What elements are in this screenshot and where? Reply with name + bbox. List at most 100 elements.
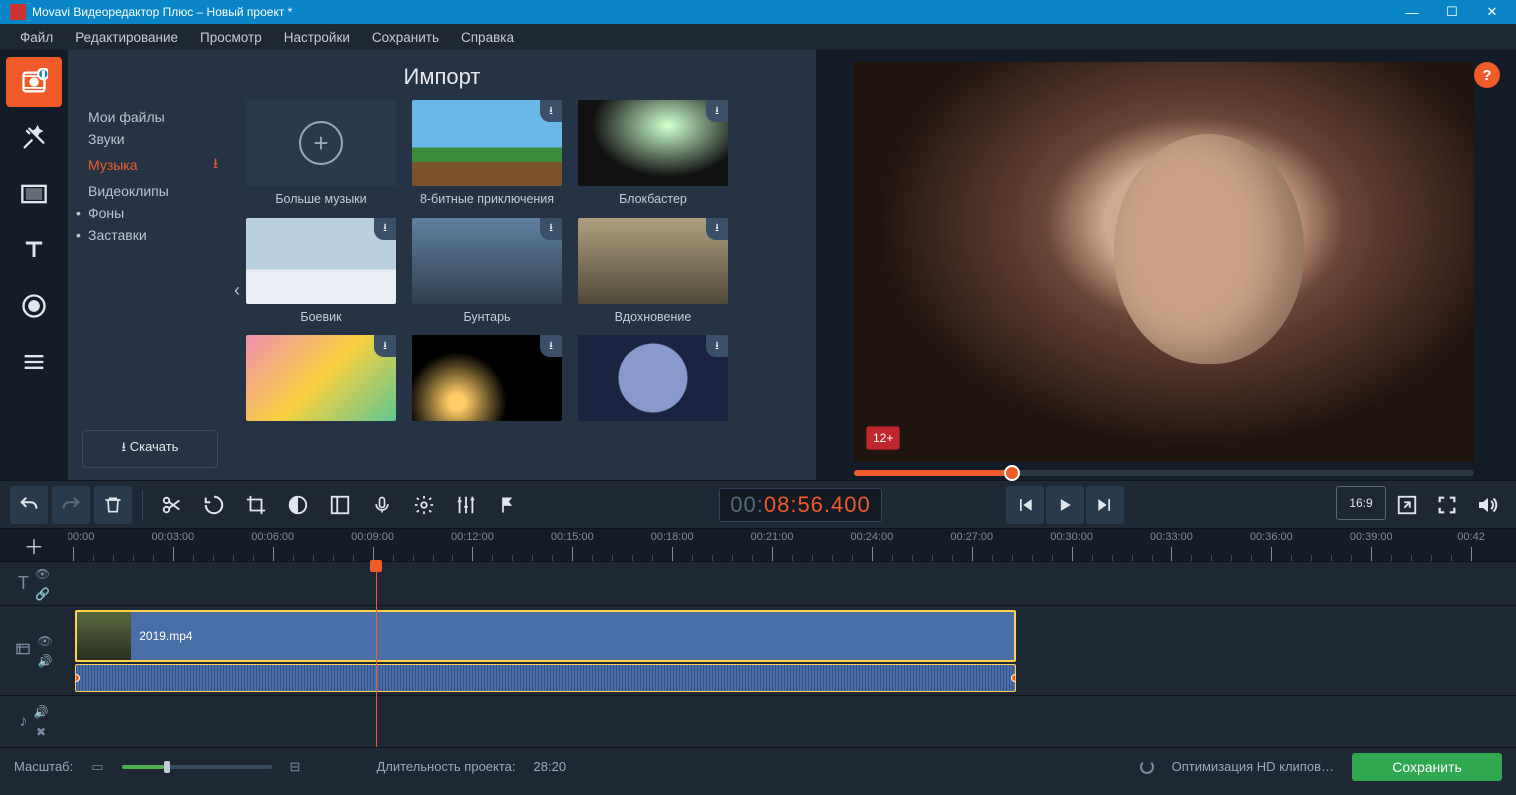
- video-track-head[interactable]: 👁 🔊: [0, 606, 68, 695]
- media-thumb[interactable]: ⭳: [246, 335, 396, 427]
- equalizer-button[interactable]: [447, 486, 485, 524]
- duration-value: 28:20: [534, 759, 567, 774]
- media-thumb[interactable]: ⭳: [412, 335, 562, 427]
- fullscreen-button[interactable]: [1428, 486, 1466, 524]
- media-thumb[interactable]: ⭳Вдохновение: [578, 218, 728, 326]
- play-button[interactable]: [1046, 486, 1084, 524]
- help-button[interactable]: ?: [1474, 62, 1500, 88]
- ruler-label: 00:27:00: [950, 531, 993, 543]
- crop-button[interactable]: [237, 486, 275, 524]
- tool-more[interactable]: [6, 337, 62, 387]
- clip-filename: 2019.mp4: [131, 629, 192, 643]
- timeline-ruler[interactable]: 00:00:0000:03:0000:06:0000:09:0000:12:00…: [68, 529, 1516, 561]
- menu-настройки[interactable]: Настройки: [274, 26, 360, 49]
- mute-icon[interactable]: 🔊: [38, 654, 53, 668]
- menu-справка[interactable]: Справка: [451, 26, 524, 49]
- media-thumbnails: +Больше музыки⭳8-битные приключения⭳Блок…: [246, 100, 816, 480]
- media-thumb[interactable]: ⭳Блокбастер: [578, 100, 728, 208]
- import-category[interactable]: Видеоклипы: [72, 180, 228, 202]
- undo-button[interactable]: [10, 486, 48, 524]
- music-track-head[interactable]: ♪ 🔊 ✖: [0, 696, 68, 747]
- link-icon[interactable]: 🔗: [35, 587, 50, 601]
- statusbar: Масштаб: ▭ ⊟ Длительность проекта: 28:20…: [0, 747, 1516, 785]
- media-thumb[interactable]: ⭳Бунтарь: [412, 218, 562, 326]
- marker-button[interactable]: [489, 486, 527, 524]
- seekbar-thumb[interactable]: [1004, 465, 1020, 481]
- timecode-display[interactable]: 00:08:56.400: [719, 488, 881, 522]
- visibility-icon[interactable]: 👁: [35, 567, 50, 581]
- left-toolbar: !: [0, 50, 68, 480]
- maximize-button[interactable]: ☐: [1432, 0, 1472, 24]
- app-icon: [10, 4, 26, 20]
- music-track-body[interactable]: [68, 696, 1516, 747]
- settings-button[interactable]: [405, 486, 443, 524]
- color-adjust-button[interactable]: [279, 486, 317, 524]
- download-icon: ⭳: [122, 439, 130, 454]
- volume-button[interactable]: [1468, 486, 1506, 524]
- prev-frame-button[interactable]: [1006, 486, 1044, 524]
- preview-seekbar[interactable]: [854, 470, 1474, 476]
- tool-import[interactable]: !: [6, 57, 62, 107]
- import-category[interactable]: Заставки: [72, 224, 228, 246]
- mute-icon[interactable]: 🔊: [34, 705, 49, 719]
- video-track-icon: [15, 641, 31, 660]
- save-button[interactable]: Сохранить: [1352, 753, 1502, 781]
- aspect-ratio-button[interactable]: 16:9: [1336, 486, 1386, 520]
- detach-preview-button[interactable]: [1388, 486, 1426, 524]
- zoom-timeline-icon[interactable]: ⊟: [290, 759, 301, 775]
- menu-просмотр[interactable]: Просмотр: [190, 26, 272, 49]
- ruler-label: 00:21:00: [751, 531, 794, 543]
- editing-toolbar: 00:08:56.400 16:9: [0, 480, 1516, 528]
- menu-сохранить[interactable]: Сохранить: [362, 26, 449, 49]
- video-clip[interactable]: 2019.mp4: [75, 610, 1016, 662]
- playhead-handle[interactable]: [370, 560, 382, 572]
- next-frame-button[interactable]: [1086, 486, 1124, 524]
- delete-button[interactable]: [94, 486, 132, 524]
- ruler-label: 00:36:00: [1250, 531, 1293, 543]
- record-audio-button[interactable]: [363, 486, 401, 524]
- add-track-button[interactable]: ＋: [0, 529, 68, 561]
- media-thumb[interactable]: +Больше музыки: [246, 100, 396, 208]
- import-category[interactable]: Музыка⭳: [72, 150, 228, 180]
- zoom-fit-icon[interactable]: ▭: [91, 759, 103, 775]
- timecode-value: 08:56.400: [764, 492, 871, 518]
- tool-filters[interactable]: [6, 113, 62, 163]
- close-button[interactable]: ✕: [1472, 0, 1512, 24]
- download-button[interactable]: ⭳ Скачать: [82, 430, 218, 468]
- collapse-sidebar-button[interactable]: ‹: [228, 100, 246, 480]
- video-track-body[interactable]: 2019.mp4: [68, 606, 1516, 695]
- tool-transitions[interactable]: [6, 169, 62, 219]
- import-category[interactable]: Звуки: [72, 128, 228, 150]
- import-title: Импорт: [68, 50, 816, 100]
- clip-properties-button[interactable]: [321, 486, 359, 524]
- menu-редактирование[interactable]: Редактирование: [65, 26, 188, 49]
- media-thumb[interactable]: ⭳8-битные приключения: [412, 100, 562, 208]
- video-frame: [854, 62, 1474, 462]
- download-icon: ⭳: [540, 100, 562, 122]
- video-track: 👁 🔊 2019.mp4: [0, 605, 1516, 695]
- clip-end-handle[interactable]: [1011, 674, 1016, 682]
- redo-button[interactable]: [52, 486, 90, 524]
- rotate-button[interactable]: [195, 486, 233, 524]
- duration-label: Длительность проекта:: [376, 759, 515, 774]
- text-track-body[interactable]: [68, 562, 1516, 605]
- thumb-label: Блокбастер: [619, 186, 687, 208]
- zoom-slider[interactable]: [122, 765, 272, 769]
- tool-titles[interactable]: [6, 225, 62, 275]
- visibility-icon[interactable]: 👁: [37, 634, 52, 648]
- minimize-button[interactable]: ―: [1392, 0, 1432, 24]
- menu-файл[interactable]: Файл: [10, 26, 63, 49]
- tool-stickers[interactable]: [6, 281, 62, 331]
- import-category[interactable]: Фоны: [72, 202, 228, 224]
- import-categories: Мои файлыЗвукиМузыка⭳ВидеоклипыФоныЗаста…: [68, 100, 228, 480]
- media-thumb[interactable]: ⭳: [578, 335, 728, 427]
- text-track-head[interactable]: T 👁 🔗: [0, 562, 68, 605]
- import-category[interactable]: Мои файлы: [72, 106, 228, 128]
- split-button[interactable]: [153, 486, 191, 524]
- fx-icon[interactable]: ✖: [36, 725, 46, 739]
- zoom-slider-thumb[interactable]: [164, 761, 170, 773]
- media-thumb[interactable]: ⭳Боевик: [246, 218, 396, 326]
- preview-video[interactable]: 12+: [854, 62, 1474, 462]
- clip-audio-waveform[interactable]: [75, 664, 1016, 692]
- svg-text:!: !: [42, 70, 44, 79]
